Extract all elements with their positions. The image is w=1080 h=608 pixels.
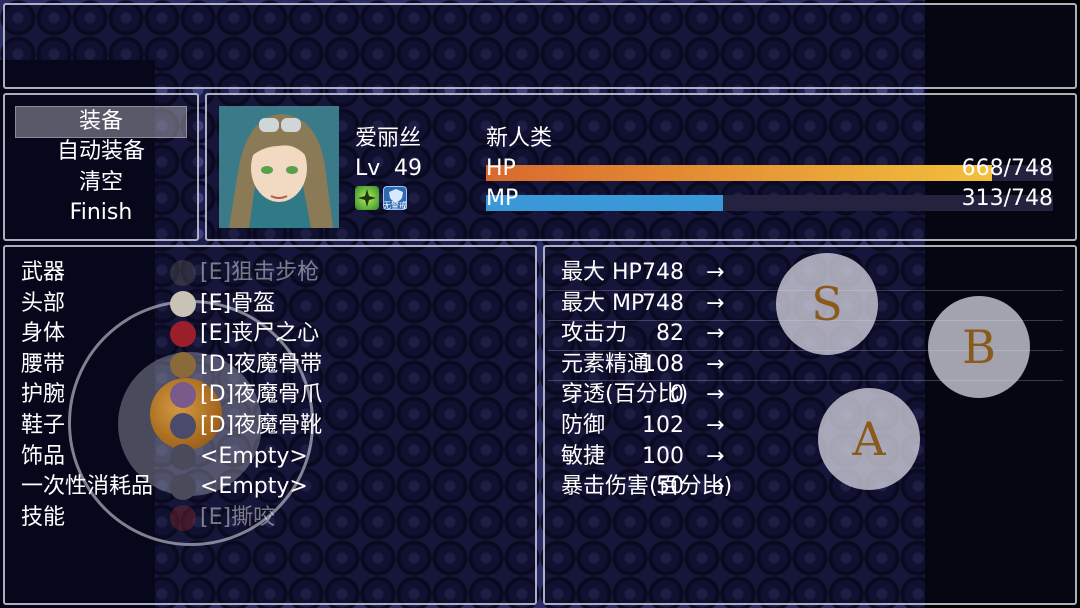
equip-slot-row[interactable]: 鞋子 [D]夜魔骨靴 [15, 412, 525, 440]
param-arrow: → [706, 260, 725, 285]
equip-item-name: [E]骨盔 [200, 290, 276, 316]
equip-slot-row[interactable]: 头部 [E]骨盔 [15, 290, 525, 318]
actor-portrait [219, 106, 339, 228]
equip-item-name: [D]夜魔骨带 [200, 351, 323, 377]
mp-label: MP [486, 186, 519, 211]
param-arrow: → [706, 351, 725, 377]
command-clear[interactable]: 清空 [15, 170, 187, 196]
rifle-icon [170, 260, 196, 286]
param-value: 82 [656, 321, 684, 347]
actor-level-value: 49 [394, 156, 422, 181]
param-arrow: → [706, 321, 725, 347]
actor-face-image [219, 106, 339, 228]
actor-level-label: Lv [355, 156, 381, 181]
param-arrow: → [706, 413, 725, 438]
skull-helmet-icon [170, 290, 196, 317]
equip-slot-type: 鞋子 [21, 413, 66, 438]
param-arrow: → [706, 443, 725, 469]
empty-slot-icon [170, 443, 196, 470]
mp-gauge-fill [486, 195, 723, 211]
b-button[interactable]: B [928, 296, 1030, 398]
equip-slot-type: 身体 [21, 321, 66, 347]
param-value: 0 [670, 382, 684, 408]
equip-slot-type: 护腕 [21, 382, 66, 408]
param-name: 敏捷 [561, 443, 606, 469]
command-finish[interactable]: Finish [15, 200, 187, 226]
empty-slot-icon [170, 474, 196, 501]
equip-slot-row[interactable]: 武器 [E]狙击步枪 [15, 259, 525, 287]
buff-icon [355, 186, 379, 210]
command-auto-equip[interactable]: 自动装备 [15, 139, 187, 165]
bone-claw-icon [170, 382, 196, 409]
hp-value: 668/748 [961, 156, 1053, 181]
param-arrow: → [706, 290, 725, 316]
bone-belt-icon [170, 351, 196, 378]
equip-item-name: [E]撕咬 [200, 504, 276, 530]
equip-item-name: <Empty> [200, 443, 308, 469]
equip-slot-type: 头部 [21, 290, 66, 316]
actor-class: 新人类 [486, 126, 553, 151]
param-name: 防御 [561, 413, 606, 438]
status-badge-text: 无警戒 [383, 201, 407, 210]
equip-item-name: [D]夜魔骨靴 [200, 413, 323, 438]
bite-icon [170, 504, 196, 531]
param-value: 100 [642, 443, 684, 469]
equip-slot-type: 技能 [21, 504, 66, 530]
mp-value: 313/748 [961, 186, 1053, 211]
param-value: 50 [656, 474, 684, 500]
equip-slot-type: 腰带 [21, 351, 66, 377]
equip-slot-row[interactable]: 身体 [E]丧尸之心 [15, 320, 525, 348]
param-value: 748 [642, 290, 684, 316]
param-value: 108 [642, 351, 684, 377]
equip-item-name: [D]夜魔骨爪 [200, 382, 323, 408]
param-arrow: → [706, 474, 725, 500]
equip-item-name: [E]狙击步枪 [200, 260, 320, 285]
param-value: 748 [642, 260, 684, 285]
s-button[interactable]: S [776, 253, 878, 355]
equip-slot-type: 饰品 [21, 443, 66, 469]
heart-icon [170, 321, 196, 348]
equip-slot-type: 一次性消耗品 [21, 474, 154, 500]
equip-item-name: <Empty> [200, 474, 308, 500]
bone-boots-icon [170, 413, 196, 439]
equip-slot-row[interactable]: 腰带 [D]夜魔骨带 [15, 351, 525, 379]
equip-slot-row[interactable]: 饰品 <Empty> [15, 443, 525, 471]
param-value: 102 [642, 413, 684, 438]
help-window [3, 3, 1077, 89]
command-equip[interactable]: 装备 [15, 109, 187, 135]
equip-item-name: [E]丧尸之心 [200, 321, 320, 347]
actor-name: 爱丽丝 [355, 126, 422, 151]
equip-slot-row[interactable]: 技能 [E]撕咬 [15, 504, 525, 532]
equip-slot-row[interactable]: 一次性消耗品 <Empty> [15, 473, 525, 501]
param-arrow: → [706, 382, 725, 408]
equip-slot-row[interactable]: 护腕 [D]夜魔骨爪 [15, 381, 525, 409]
hp-label: HP [486, 156, 516, 181]
a-button[interactable]: A [818, 388, 920, 490]
equip-slot-type: 武器 [21, 260, 66, 285]
